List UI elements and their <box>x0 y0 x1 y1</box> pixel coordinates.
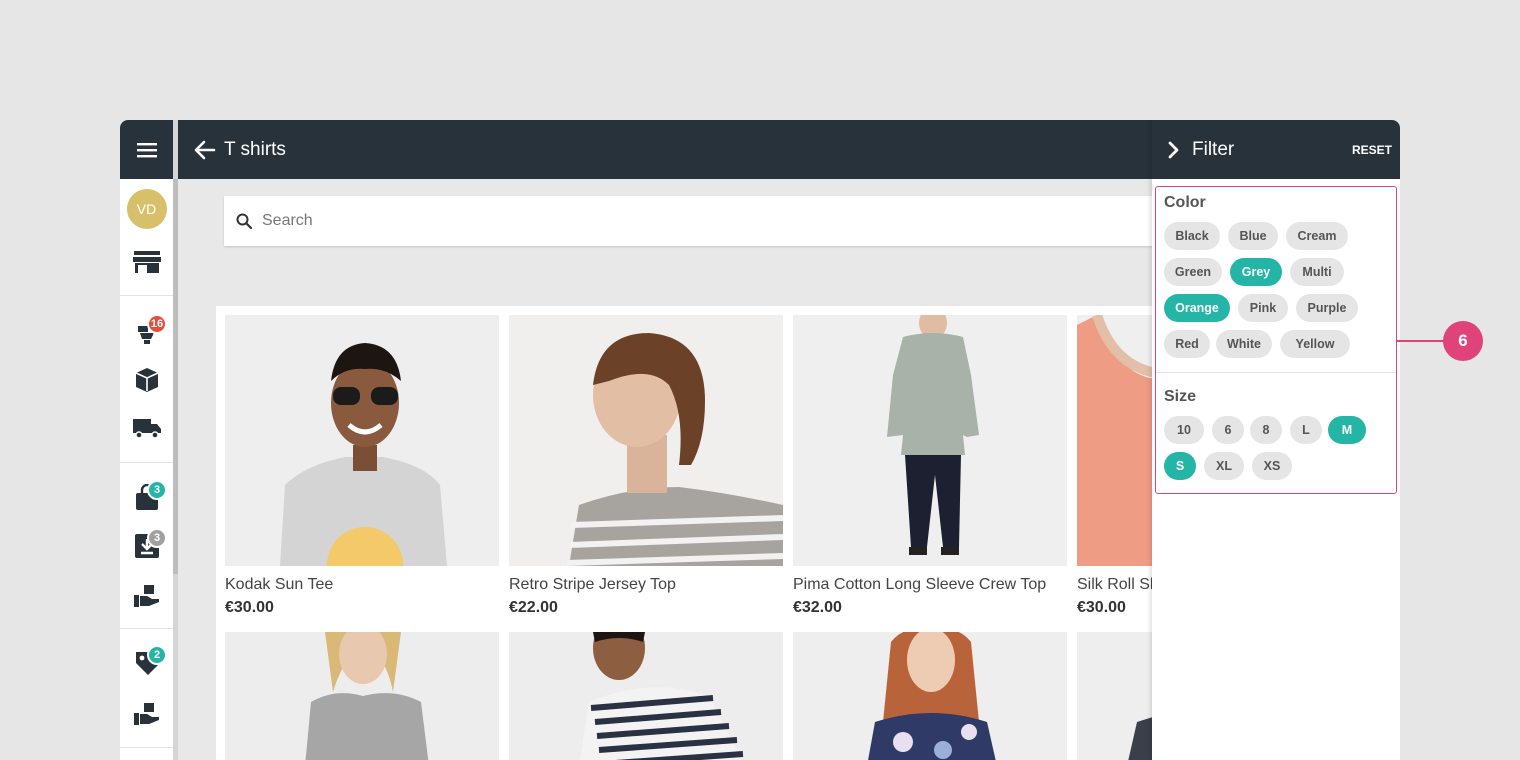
color-chip-pink[interactable]: Pink <box>1238 294 1288 322</box>
color-chip-yellow[interactable]: Yellow <box>1280 330 1350 358</box>
color-chip-multi[interactable]: Multi <box>1290 258 1344 286</box>
size-section-title: Size <box>1164 388 1197 405</box>
color-chip-grey[interactable]: Grey <box>1230 258 1282 286</box>
products-button[interactable] <box>120 360 173 400</box>
product-name: Retro Stripe Jersey Top <box>509 576 676 593</box>
color-chip-black[interactable]: Black <box>1164 222 1220 250</box>
downloads-badge: 3 <box>147 528 167 548</box>
left-rail: VD 16 3 3 2 <box>120 120 173 760</box>
filter-panel: Filter RESET Color Black Blue Cream Green Gr… <box>1152 120 1400 760</box>
discounts-button[interactable]: 2 <box>120 643 173 683</box>
color-chip-green[interactable]: Green <box>1164 258 1222 286</box>
color-chip-purple[interactable]: Purple <box>1296 294 1358 322</box>
product-photo <box>793 632 1067 760</box>
chevron-right-icon[interactable] <box>1168 141 1180 159</box>
color-chip-white[interactable]: White <box>1216 330 1272 358</box>
search-icon <box>236 213 252 229</box>
size-chip-s[interactable]: S <box>1164 452 1196 480</box>
filter-title: Filter <box>1192 138 1235 160</box>
color-chip-red[interactable]: Red <box>1164 330 1210 358</box>
product-photo <box>1077 315 1156 566</box>
filter-header: Filter RESET <box>1152 120 1400 179</box>
product-price: €30.00 <box>225 599 274 616</box>
page-title: T shirts <box>224 138 286 160</box>
handover-button[interactable] <box>120 576 173 616</box>
returns-button[interactable] <box>120 694 173 734</box>
product-name: Silk Roll Sl <box>1077 576 1154 593</box>
product-card[interactable]: Pima Cotton Long Sleeve Crew Top €32.00 <box>793 315 1067 617</box>
size-chip-xl[interactable]: XL <box>1204 452 1244 480</box>
product-price: €22.00 <box>509 599 558 616</box>
product-card[interactable]: Kodak Sun Tee €30.00 <box>225 315 499 617</box>
product-card[interactable] <box>1077 632 1156 760</box>
callout-badge: 6 <box>1443 321 1483 361</box>
downloads-button[interactable]: 3 <box>120 526 173 566</box>
box-icon <box>135 368 158 392</box>
rail-divider <box>120 462 173 463</box>
user-avatar-button[interactable]: VD <box>120 189 173 229</box>
product-photo <box>509 632 783 760</box>
color-section-title: Color <box>1164 194 1206 211</box>
product-price: €32.00 <box>793 599 842 616</box>
product-grid: Kodak Sun Tee €30.00 Retro Stripe Jersey… <box>216 306 1156 760</box>
avatar: VD <box>126 189 167 229</box>
app-window: VD 16 3 3 2 T shirts Search Kodak Sun Te… <box>120 120 1400 760</box>
color-chip-blue[interactable]: Blue <box>1228 222 1278 250</box>
product-name: Kodak Sun Tee <box>225 576 334 593</box>
hand-box-icon <box>133 703 159 725</box>
top-bar: T shirts <box>178 120 1152 179</box>
color-chip-cream[interactable]: Cream <box>1286 222 1348 250</box>
menu-icon <box>136 142 157 157</box>
hand-box-icon <box>133 585 159 607</box>
product-photo <box>793 315 1067 566</box>
menu-button[interactable] <box>120 120 173 179</box>
color-chip-orange[interactable]: Orange <box>1164 294 1230 322</box>
callout-connector <box>1397 340 1445 342</box>
size-chip-6[interactable]: 6 <box>1212 416 1244 444</box>
store-button[interactable] <box>120 242 173 282</box>
search-input[interactable] <box>262 212 1062 230</box>
size-chip-10[interactable]: 10 <box>1164 416 1204 444</box>
product-photo <box>225 315 499 566</box>
rail-divider <box>120 628 173 629</box>
product-card[interactable] <box>793 632 1067 760</box>
rail-divider <box>120 295 173 296</box>
product-card[interactable]: Retro Stripe Jersey Top €22.00 <box>509 315 783 617</box>
product-photo <box>509 315 783 566</box>
product-card[interactable] <box>509 632 783 760</box>
product-name: Pima Cotton Long Sleeve Crew Top <box>793 576 1047 593</box>
product-photo <box>225 632 499 760</box>
product-card[interactable] <box>225 632 499 760</box>
product-photo <box>1077 632 1156 760</box>
size-chip-l[interactable]: L <box>1290 416 1322 444</box>
discounts-badge: 2 <box>147 645 167 665</box>
truck-icon <box>132 419 161 439</box>
size-chip-m[interactable]: M <box>1328 416 1366 444</box>
search-bar[interactable] <box>224 196 1164 246</box>
bag-badge: 3 <box>147 480 167 500</box>
filter-divider <box>1156 372 1396 373</box>
reset-button[interactable]: RESET <box>1352 143 1392 157</box>
shipping-button[interactable] <box>120 408 173 448</box>
store-icon <box>132 251 161 273</box>
orders-button[interactable]: 16 <box>120 312 173 352</box>
orders-badge: 16 <box>147 314 167 334</box>
product-price: €30.00 <box>1077 599 1126 616</box>
size-chip-xs[interactable]: XS <box>1252 452 1292 480</box>
size-chip-8[interactable]: 8 <box>1250 416 1282 444</box>
bag-button[interactable]: 3 <box>120 478 173 518</box>
rail-scrollbar[interactable] <box>173 179 178 574</box>
product-card[interactable]: Silk Roll Sl €30.00 <box>1077 315 1156 617</box>
rail-divider <box>120 747 173 748</box>
arrow-back-icon[interactable] <box>194 140 216 160</box>
